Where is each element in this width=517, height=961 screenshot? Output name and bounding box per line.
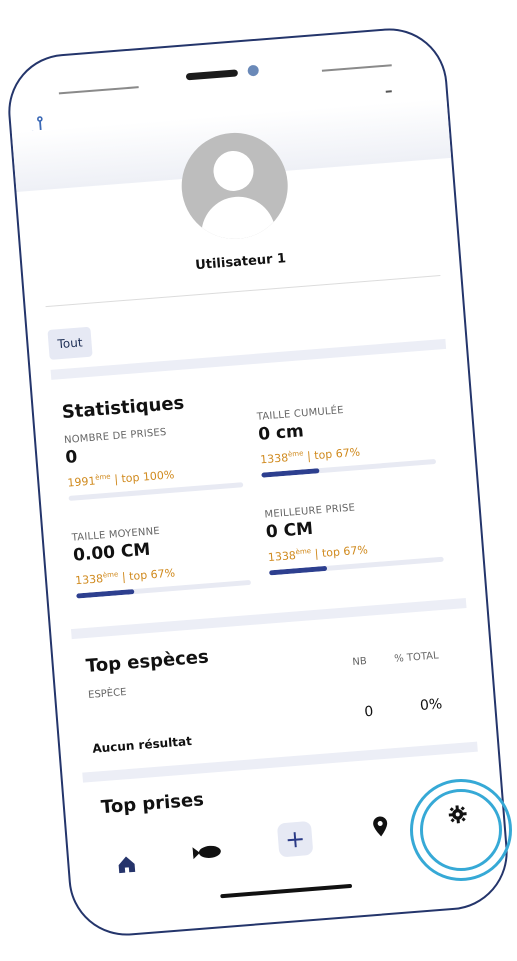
column-nb: NB: [352, 656, 368, 669]
stat-progress-fill: [76, 588, 135, 599]
section-separator: [50, 338, 447, 380]
stat-catch-count: NOMBRE DE PRISES 0 1991ème | top 100%: [64, 421, 244, 501]
nav-add-button[interactable]: +: [276, 820, 314, 858]
column-total: % TOTAL: [393, 650, 440, 665]
nav-home[interactable]: [108, 846, 145, 883]
speaker: [185, 69, 239, 81]
status-indicator: [385, 90, 392, 93]
avatar-body: [198, 193, 278, 243]
stat-progress-fill: [268, 565, 327, 576]
add-icon: +: [284, 824, 307, 854]
stat-best-catch: MEILLEURE PRISE 0 CM 1338ème | top 67%: [264, 496, 444, 576]
nav-map[interactable]: [362, 808, 399, 845]
nav-fish[interactable]: [190, 834, 227, 871]
section-separator: [70, 598, 467, 640]
speaker-line-right: [321, 64, 392, 72]
stats-title: Statistiques: [61, 392, 186, 424]
stat-progress-fill: [261, 467, 320, 478]
stat-average-size: TAILLE MOYENNE 0.00 CM 1338ème | top 67%: [71, 519, 252, 599]
avatar-head: [212, 149, 256, 193]
speaker-line-left: [58, 86, 139, 95]
stat-cumulative-size: TAILLE CUMULÉE 0 cm 1338ème | top 67%: [256, 398, 437, 478]
column-species: ESPÈCE: [87, 686, 127, 701]
species-total-percent: 0%: [419, 696, 443, 714]
home-icon: [118, 856, 136, 874]
filter-all-chip[interactable]: Tout: [47, 326, 93, 360]
settings-highlight-ring-inner: [420, 789, 502, 871]
top-species-title: Top espèces: [85, 646, 210, 678]
front-camera: [247, 64, 260, 77]
empty-result: Aucun résultat: [91, 734, 193, 756]
fish-icon: [192, 845, 221, 860]
map-pin-icon: [373, 816, 388, 837]
home-indicator[interactable]: [220, 883, 353, 899]
species-count: 0: [363, 703, 374, 721]
